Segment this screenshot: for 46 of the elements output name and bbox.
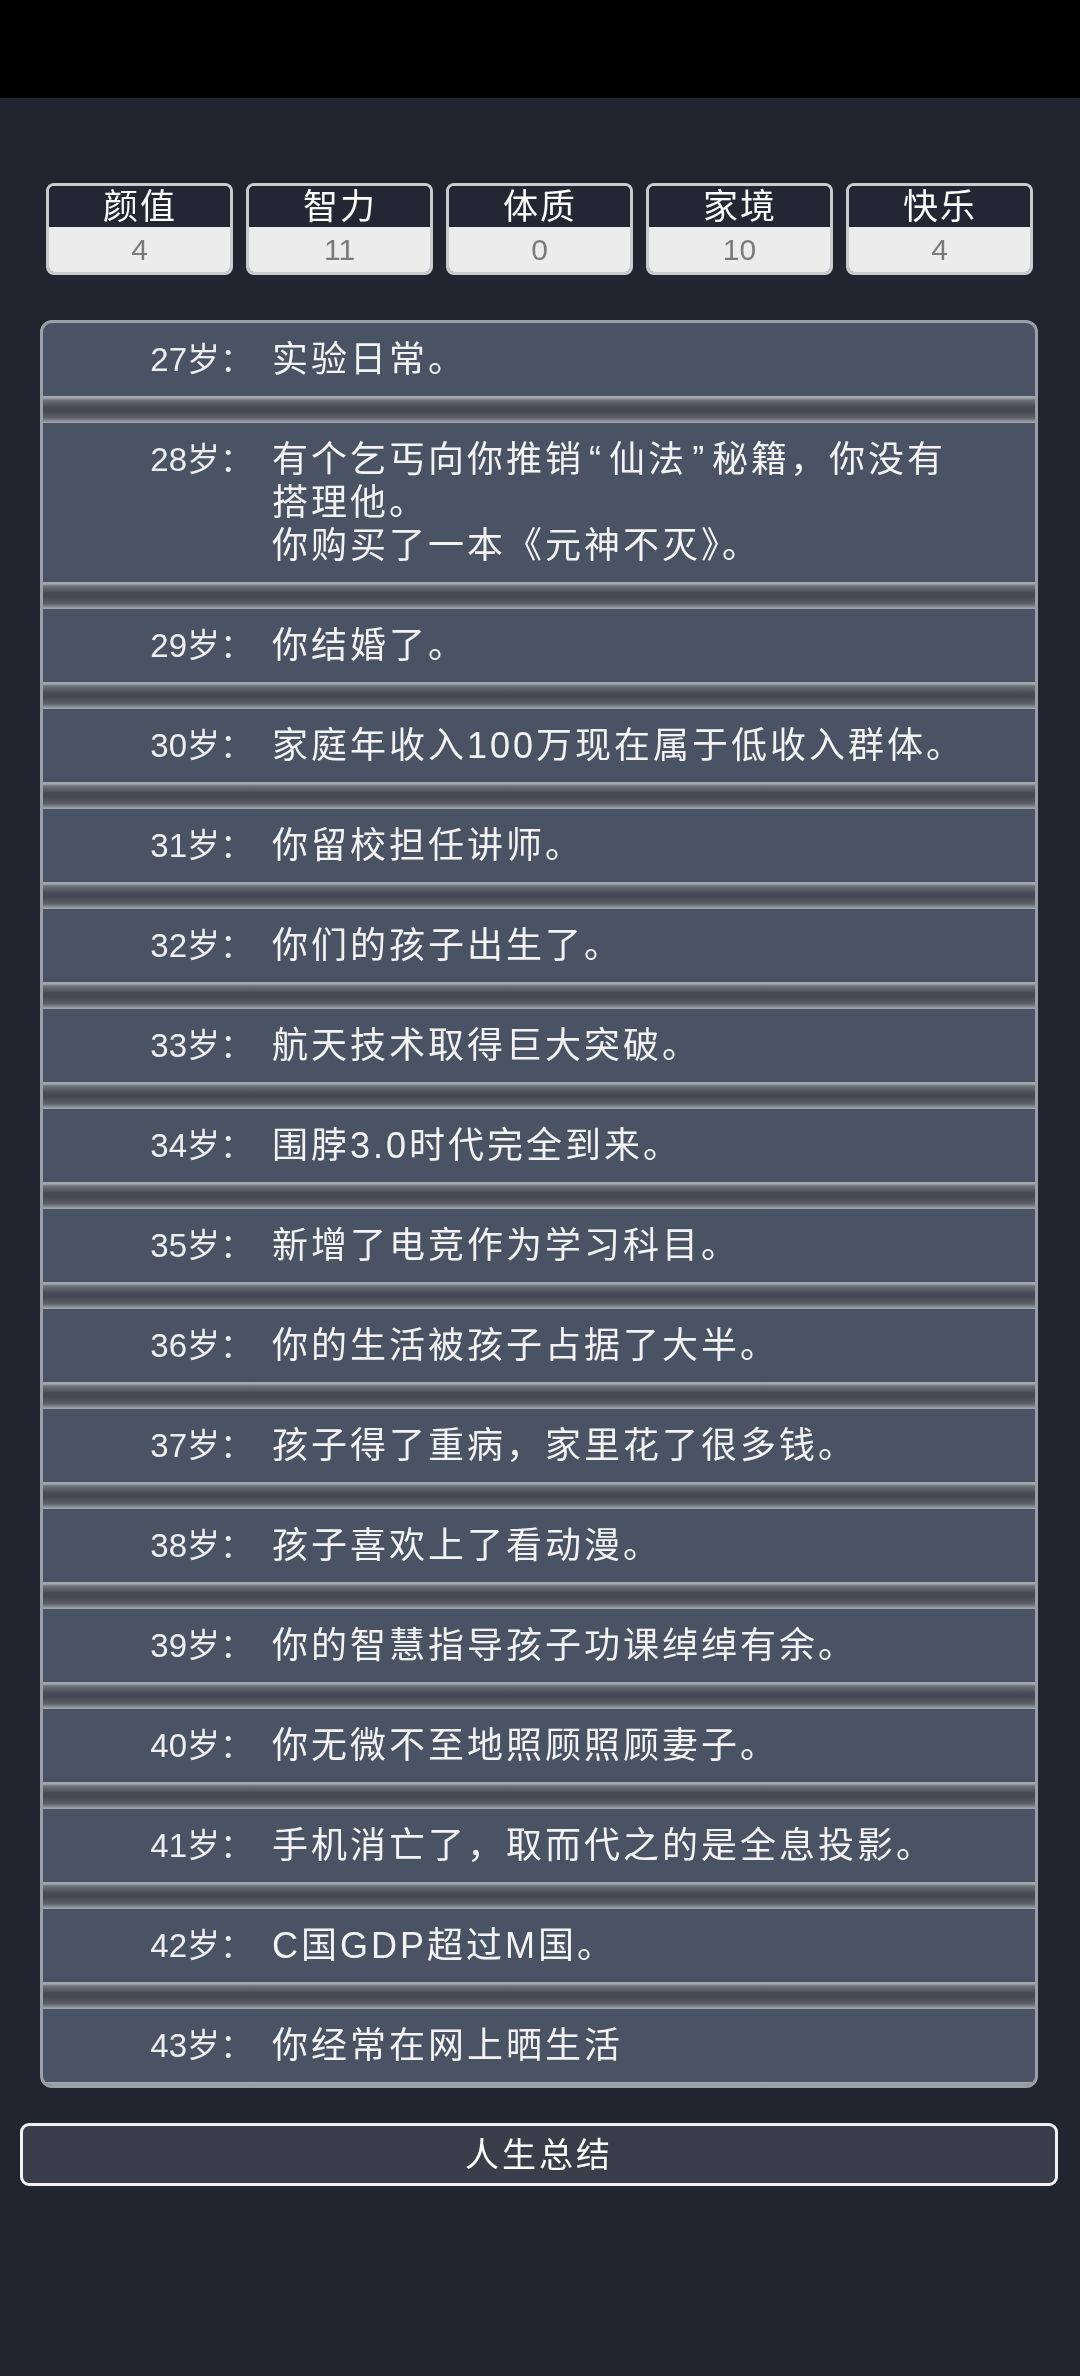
event-text: 你无微不至地照顾照顾妻子。 [272,1724,780,1767]
age-label: 28岁： [149,440,253,480]
age-label: 35岁： [149,1226,253,1266]
event-text: 你购买了一本《元神不灭》。 [272,524,762,567]
event-text: 你结婚了。 [272,624,468,667]
age-label: 43岁： [149,2026,253,2066]
event-text: 你的智慧指导孩子功课绰绰有余。 [272,1624,858,1667]
event-text: 你经常在网上晒生活 [272,2024,624,2067]
event-text: 孩子得了重病，家里花了很多钱。 [272,1424,858,1467]
summary-button[interactable]: 人生总结 [20,2123,1058,2186]
event-text: 新增了电竞作为学习科目。 [272,1224,741,1267]
age-label: 27岁： [149,340,253,380]
event-text: 你的生活被孩子占据了大半。 [272,1324,780,1367]
age-label: 33岁： [149,1026,253,1066]
age-label: 42岁： [149,1926,253,1966]
age-label: 29岁： [149,626,253,666]
event-text: 实验日常。 [272,338,468,381]
stat-value: 4 [849,227,1030,272]
stat-label: 智力 [249,186,430,227]
age-label: 38岁： [149,1526,253,1566]
age-label: 41岁： [149,1826,253,1866]
event-text: 有个乞丐向你推销“仙法”秘籍，你没有搭理他。 [272,438,948,524]
event-text: 围脖3.0时代完全到来。 [272,1124,684,1167]
age-label: 39岁： [149,1626,253,1666]
age-label: 31岁： [149,826,253,866]
stat-value: 10 [649,227,830,272]
age-label: 37岁： [149,1426,253,1466]
event-text: 航天技术取得巨大突破。 [272,1024,702,1067]
stat-label: 家境 [649,186,830,227]
stat-value: 0 [449,227,630,272]
age-label: 40岁： [149,1726,253,1766]
age-label: 36岁： [149,1326,253,1366]
stat-label: 快乐 [849,186,1030,227]
stat-label: 颜值 [49,186,230,227]
event-text: 你留校担任讲师。 [272,824,585,867]
event-text: C国GDP超过M国。 [272,1924,617,1967]
age-label: 30岁： [149,726,253,766]
event-text: 你们的孩子出生了。 [272,924,624,967]
event-text: 家庭年收入100万现在属于低收入群体。 [272,724,967,767]
event-text: 手机消亡了，取而代之的是全息投影。 [272,1824,936,1867]
stat-label: 体质 [449,186,630,227]
stat-value: 4 [49,227,230,272]
age-label: 34岁： [149,1126,253,1166]
stat-value: 11 [249,227,430,272]
event-text: 孩子喜欢上了看动漫。 [272,1524,663,1567]
age-label: 32岁： [149,926,253,966]
